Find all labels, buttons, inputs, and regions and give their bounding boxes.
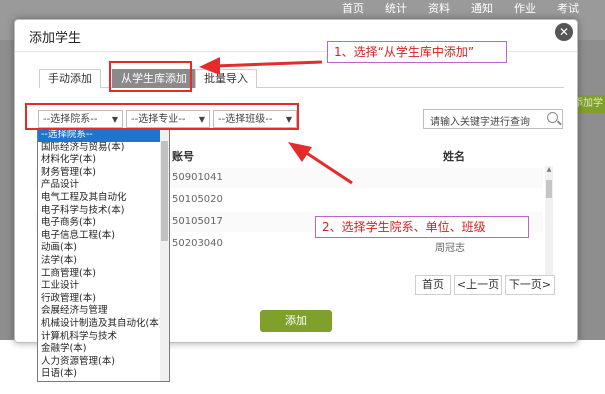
annotation-step1: 1、选择“从学生库中添加” <box>327 41 507 63</box>
arrow-head-2 <box>288 142 312 162</box>
annotation-step2: 2、选择学生院系、单位、班级 <box>315 216 529 238</box>
arrow-head-1 <box>199 57 220 75</box>
arrow-line-1 <box>214 60 323 68</box>
annotation-arrows <box>199 57 353 185</box>
arrow-line-2 <box>301 148 353 185</box>
